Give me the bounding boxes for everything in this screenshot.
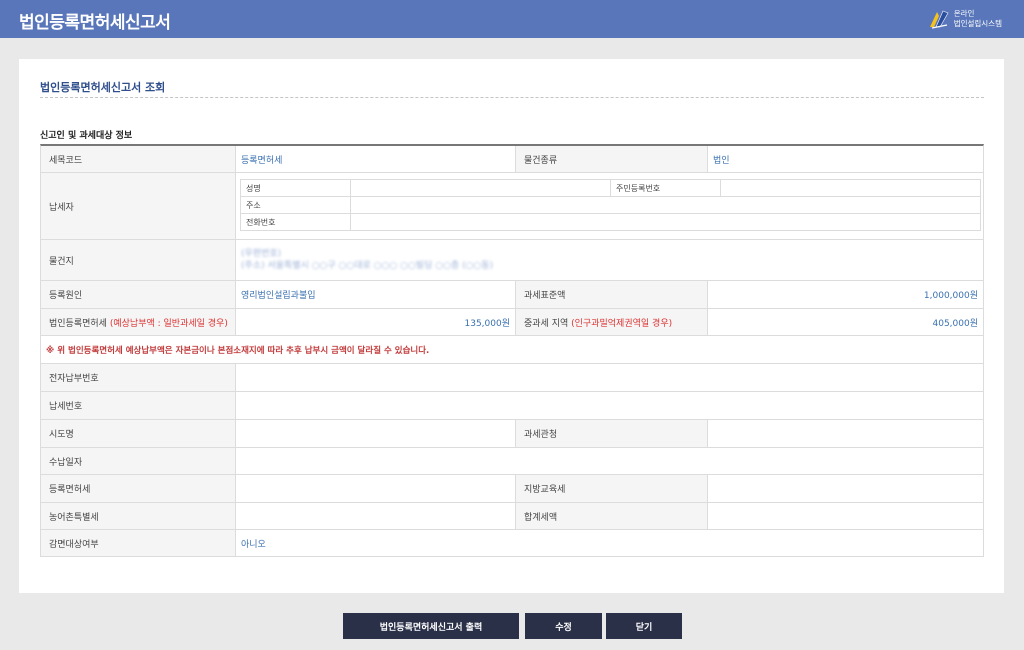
total-tax-value xyxy=(707,503,983,529)
reg-license-tax-label: 등록면허세 xyxy=(41,475,235,502)
tax-base-value: 1,000,000원 xyxy=(707,281,983,308)
reason-value: 영리법인설립과불입 xyxy=(235,281,515,308)
logo-icon xyxy=(929,10,949,29)
table-row: 주소 xyxy=(240,196,981,214)
object-type-value: 법인 xyxy=(707,146,983,172)
top-header: 법인등록면허세신고서 온라인 법인설립시스템 xyxy=(0,0,1024,38)
epay-no-label: 전자납부번호 xyxy=(41,364,235,391)
city-value xyxy=(235,420,515,447)
reason-label: 등록원인 xyxy=(41,281,235,308)
exemption-label: 감면대상여부 xyxy=(41,530,235,556)
table-row: 세목코드 등록면허세 물건종류 법인 xyxy=(41,146,983,173)
logo-line-1: 온라인 xyxy=(953,9,975,18)
receipt-date-label: 수납일자 xyxy=(41,448,235,474)
app-title: 법인등록면허세신고서 xyxy=(19,13,171,33)
phone-label: 전화번호 xyxy=(240,213,351,231)
taxpayer-name-value xyxy=(350,179,611,197)
tax-code-label: 세목코드 xyxy=(41,146,235,172)
button-bar: 법인등록면허세신고서 출력 수정 닫기 xyxy=(0,613,1024,639)
table-row: 법인등록면허세 (예상납부액 : 일반과세일 경우) 135,000원 중과세 … xyxy=(41,309,983,336)
rural-tax-value xyxy=(235,503,515,529)
city-label: 시도명 xyxy=(41,420,235,447)
report-table: 세목코드 등록면허세 물건종류 법인 납세자 성명 주민등록번호 주소 전화번호… xyxy=(40,144,984,557)
phone-value xyxy=(350,213,981,231)
address-value xyxy=(350,196,981,214)
taxpayer-label: 납세자 xyxy=(41,173,235,239)
reg-license-tax-value xyxy=(235,475,515,502)
tax-no-value xyxy=(235,392,983,419)
table-row: 등록원인 영리법인설립과불입 과세표준액 1,000,000원 xyxy=(41,281,983,309)
heavy-tax-label: 중과세 지역 xyxy=(524,318,569,329)
address-label: 주소 xyxy=(240,196,351,214)
content-panel: 법인등록면허세신고서 조회 신고인 및 과세대상 정보 세목코드 등록면허세 물… xyxy=(19,59,1004,593)
exemption-value: 아니오 xyxy=(235,530,983,556)
tax-office-label: 과세관청 xyxy=(515,420,707,447)
tax-base-label: 과세표준액 xyxy=(515,281,707,308)
total-tax-label: 합계세액 xyxy=(515,503,707,529)
table-row: 성명 주민등록번호 xyxy=(240,179,981,197)
reg-tax-label: 법인등록면허세 xyxy=(49,318,107,329)
print-report-button[interactable]: 법인등록면허세신고서 출력 xyxy=(343,613,519,639)
table-row: 시도명 과세관청 xyxy=(41,420,983,448)
table-row: 납세번호 xyxy=(41,392,983,420)
heavy-tax-note: (인구과밀억제권역일 경우) xyxy=(571,318,673,329)
table-row: 물건지 (우편번호) (주소) 서울특별시 ○○구 ○○대로 ○○○ ○○빌딩 … xyxy=(41,240,983,281)
close-button[interactable]: 닫기 xyxy=(606,613,682,639)
logo-line-2: 법인설립시스템 xyxy=(953,19,1002,28)
heading-divider xyxy=(40,97,984,98)
taxpayer-name-label: 성명 xyxy=(240,179,351,197)
object-type-label: 물건종류 xyxy=(515,146,707,172)
reg-tax-value: 135,000원 xyxy=(235,309,515,335)
edit-button[interactable]: 수정 xyxy=(525,613,602,639)
table-row: ※ 위 법인등록면허세 예상납부액은 자본금이나 본점소재지에 따라 추후 납부… xyxy=(41,336,983,364)
resident-no-value xyxy=(720,179,981,197)
table-row: 농어촌특별세 합계세액 xyxy=(41,503,983,530)
page-title: 법인등록면허세신고서 조회 xyxy=(40,81,166,94)
tax-office-value xyxy=(707,420,983,447)
section-title: 신고인 및 과세대상 정보 xyxy=(40,131,133,141)
table-row: 감면대상여부 아니오 xyxy=(41,530,983,557)
receipt-date-value xyxy=(235,448,983,474)
local-edu-tax-label: 지방교육세 xyxy=(515,475,707,502)
heavy-tax-value: 405,000원 xyxy=(707,309,983,335)
taxpayer-subtable: 성명 주민등록번호 주소 전화번호 xyxy=(240,179,981,231)
table-row: 납세자 성명 주민등록번호 주소 전화번호 xyxy=(41,173,983,240)
location-line-2: (주소) 서울특별시 ○○구 ○○대로 ○○○ ○○빌딩 ○○층 (○○동) xyxy=(241,261,494,271)
rural-tax-label: 농어촌특별세 xyxy=(41,503,235,529)
location-label: 물건지 xyxy=(41,240,235,280)
notice-text: ※ 위 법인등록면허세 예상납부액은 자본금이나 본점소재지에 따라 추후 납부… xyxy=(46,345,430,356)
table-row: 전화번호 xyxy=(240,213,981,231)
tax-no-label: 납세번호 xyxy=(41,392,235,419)
location-value: (우편번호) (주소) 서울특별시 ○○구 ○○대로 ○○○ ○○빌딩 ○○층 … xyxy=(235,240,983,280)
location-line-1: (우편번호) xyxy=(241,249,282,259)
reg-tax-note: (예상납부액 : 일반과세일 경우) xyxy=(109,318,228,329)
logo-text: 온라인 법인설립시스템 xyxy=(954,9,1002,29)
heavy-tax-label-cell: 중과세 지역 (인구과밀억제권역일 경우) xyxy=(515,309,707,335)
system-logo: 온라인 법인설립시스템 xyxy=(927,7,1002,31)
epay-no-value xyxy=(235,364,983,391)
table-row: 등록면허세 지방교육세 xyxy=(41,475,983,503)
local-edu-tax-value xyxy=(707,475,983,502)
tax-code-value: 등록면허세 xyxy=(235,146,515,172)
reg-tax-label-cell: 법인등록면허세 (예상납부액 : 일반과세일 경우) xyxy=(41,309,235,335)
table-row: 수납일자 xyxy=(41,448,983,475)
resident-no-label: 주민등록번호 xyxy=(610,179,721,197)
table-row: 전자납부번호 xyxy=(41,364,983,392)
